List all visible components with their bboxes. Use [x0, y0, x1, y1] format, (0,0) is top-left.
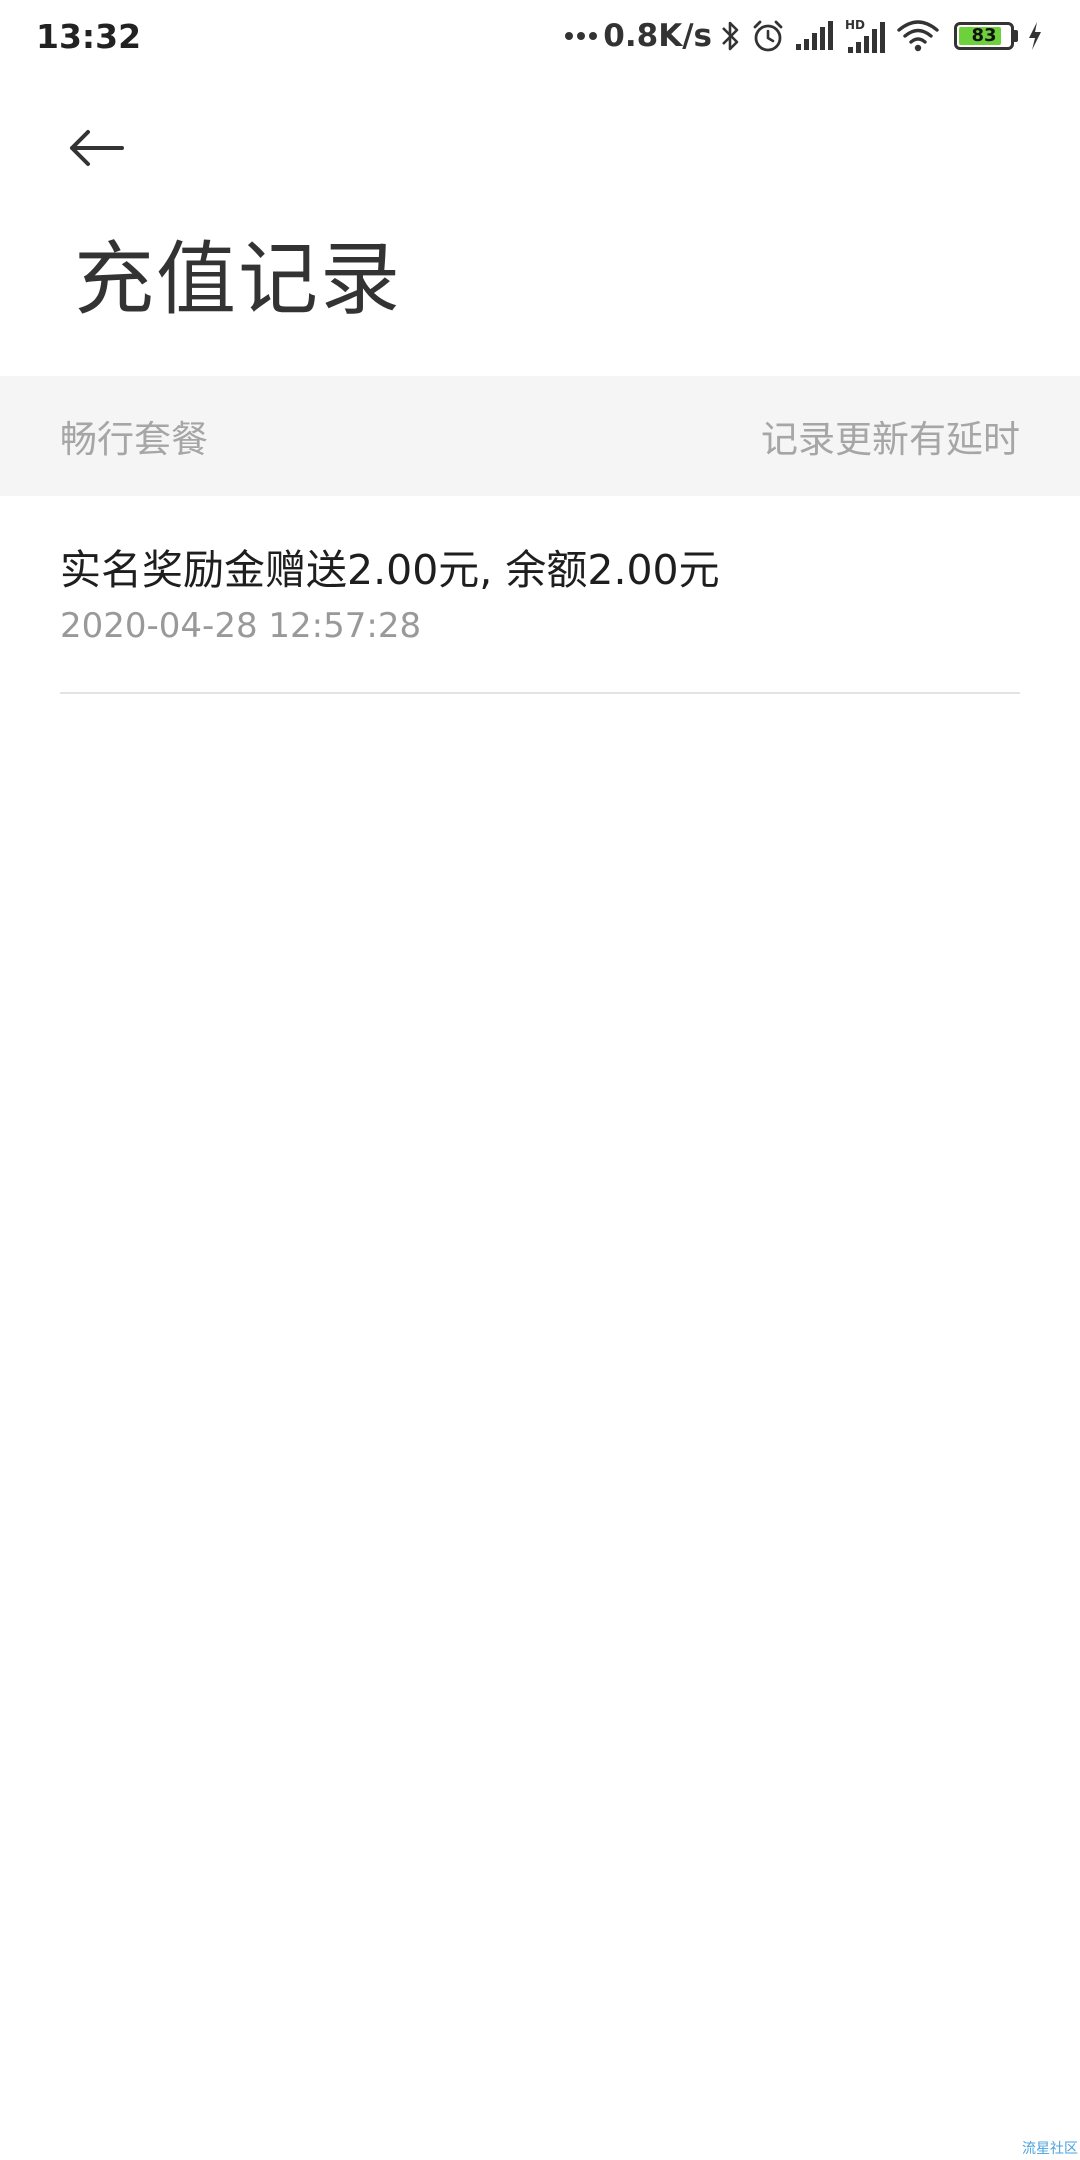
record-timestamp: 2020-04-28 12:57:28: [60, 606, 422, 646]
list-item[interactable]: 实名奖励金赠送2.00元, 余额2.00元 2020-04-28 12:57:2…: [60, 496, 1020, 694]
record-list: 实名奖励金赠送2.00元, 余额2.00元 2020-04-28 12:57:2…: [60, 496, 1020, 694]
page-title: 充值记录: [74, 233, 402, 326]
watermark: 流星社区: [1022, 2141, 1078, 2157]
screen: 13:32 0.8K/s HD 83 充值记录 畅行套餐 记录更新有延时 实名奖…: [0, 0, 1080, 2160]
bluetooth-icon: [720, 19, 742, 53]
charging-icon: [1026, 20, 1044, 52]
back-arrow-icon: [70, 130, 124, 166]
update-delay-notice: 记录更新有延时: [761, 418, 1020, 461]
wifi-icon: [896, 18, 940, 54]
battery-icon: 83: [948, 22, 1018, 50]
status-icons: 0.8K/s HD 83: [565, 17, 1044, 55]
signal-icon: [794, 20, 836, 52]
hd-label: HD: [845, 18, 865, 32]
back-button[interactable]: [66, 112, 156, 184]
network-speed: 0.8K/s: [565, 18, 712, 54]
network-speed-text: 0.8K/s: [603, 18, 712, 54]
battery-level: 83: [971, 25, 997, 46]
dots-icon: [565, 32, 598, 40]
status-time: 13:32: [36, 16, 142, 56]
alarm-icon: [750, 18, 786, 54]
status-bar: 13:32 0.8K/s HD 83: [0, 0, 1080, 72]
record-description: 实名奖励金赠送2.00元, 余额2.00元: [60, 546, 720, 594]
plan-label: 畅行套餐: [60, 418, 208, 461]
section-header: 畅行套餐 记录更新有延时: [0, 376, 1080, 496]
hd-signal-icon: HD: [844, 17, 888, 55]
